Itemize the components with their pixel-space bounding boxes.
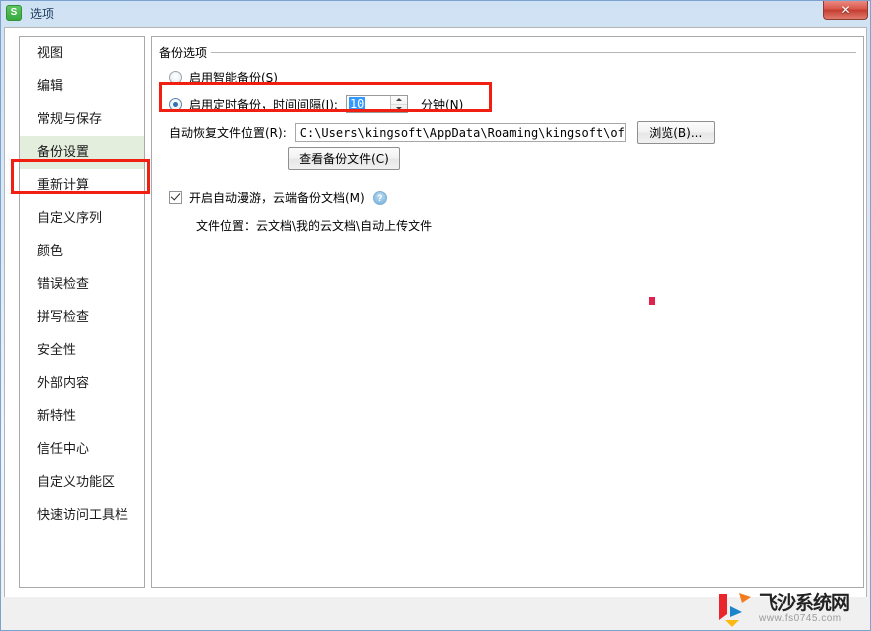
smart-backup-radio[interactable] (169, 71, 182, 84)
spinner-increment-button[interactable] (390, 96, 407, 105)
view-backup-files-button[interactable]: 查看备份文件(C) (288, 147, 400, 170)
timed-backup-row[interactable]: 启用定时备份，时间间隔(I): 10 分钟(N) (169, 95, 463, 113)
options-dialog-window: S 选项 ✕ 视图 编辑 常规与保存 备份设置 重新计算 自定义序列 颜色 错误检查 拼写检查安… (0, 0, 871, 631)
smart-backup-label: 启用智能备份(S) (189, 71, 278, 85)
chevron-up-icon (395, 98, 402, 102)
site-watermark: 飞沙系统网 www.fs0745.com (717, 587, 869, 631)
backup-settings-panel: 备份选项 启用智能备份(S) 启用定时备份，时间间隔(I): 10 分钟(N) … (151, 36, 864, 588)
view-backup-button-row: 查看备份文件(C) (288, 147, 400, 170)
autorecover-location-label: 自动恢复文件位置(R): (169, 126, 287, 140)
interval-value: 10 (348, 97, 366, 111)
watermark-site-url: www.fs0745.com (759, 613, 842, 624)
sidebar-item-8[interactable]: 拼写检查 (20, 301, 144, 334)
dialog-content-area: 视图 编辑 常规与保存 备份设置 重新计算 自定义序列 颜色 错误检查 拼写检查 安全性 外部内容新… (4, 27, 867, 597)
sidebar-item-9[interactable]: 安全性 (20, 334, 144, 367)
sidebar-item-2[interactable]: 常规与保存 (20, 103, 144, 136)
sidebar-item-6[interactable]: 颜色 (20, 235, 144, 268)
cloud-roaming-row[interactable]: 开启自动漫游，云端备份文档(M) ? (169, 189, 387, 206)
interval-unit-label: 分钟(N) (420, 97, 464, 112)
close-icon[interactable]: ✕ (823, 1, 868, 20)
sidebar-item-12[interactable]: 信任中心 (20, 433, 144, 466)
sidebar-item-5[interactable]: 自定义序列 (20, 202, 144, 235)
chevron-down-icon (395, 106, 402, 110)
settings-category-list[interactable]: 视图 编辑 常规与保存 备份设置 重新计算 自定义序列 颜色 错误检查 拼写检查 安全性 外部内容新… (19, 36, 145, 588)
cloud-location-row: 文件位置：云文档\我的云文档\自动上传文件 (196, 217, 432, 234)
sidebar-item-4[interactable]: 重新计算 (20, 169, 144, 202)
red-artifact-marker (649, 297, 655, 305)
wps-spreadsheet-icon: S (6, 5, 22, 21)
watermark-text: 飞沙系统网 www.fs0745.com (759, 592, 850, 625)
browse-button[interactable]: 浏览(B)... (636, 121, 715, 144)
autorecover-location-row: 自动恢复文件位置(R): C:\Users\kingsoft\AppData\R… (169, 121, 715, 144)
sidebar-item-0[interactable]: 视图 (20, 37, 144, 70)
timed-backup-radio[interactable] (169, 97, 182, 111)
sidebar-item-3[interactable]: 备份设置 (20, 136, 144, 169)
cloud-roaming-checkbox[interactable] (169, 191, 182, 204)
window-title: 选项 (30, 6, 55, 21)
sidebar-item-7[interactable]: 错误检查 (20, 268, 144, 301)
sidebar-item-13[interactable]: 自定义功能区 (20, 466, 144, 499)
spinner-decrement-button[interactable] (391, 105, 407, 113)
app-icon-letter: S (10, 7, 18, 18)
sidebar-item-1[interactable]: 编辑 (20, 70, 144, 103)
sidebar-item-11[interactable]: 新特性 (20, 400, 144, 433)
sidebar-item-14[interactable]: 快速访问工具栏 (20, 499, 144, 532)
spinner-buttons[interactable] (389, 96, 407, 113)
watermark-site-name: 飞沙系统网 (759, 592, 850, 614)
interval-spinner[interactable]: 10 (345, 95, 408, 113)
cloud-roaming-label: 开启自动漫游，云端备份文档(M) (189, 191, 365, 205)
logo-shapes (719, 593, 751, 627)
group-title: 备份选项 (159, 45, 208, 60)
fs0745-logo-icon (717, 590, 755, 628)
title-bar: S 选项 ✕ (1, 1, 870, 25)
group-divider (211, 51, 856, 53)
cloud-location-text: 文件位置：云文档\我的云文档\自动上传文件 (196, 219, 433, 233)
autorecover-path-value: C:\Users\kingsoft\AppData\Roaming\kingso… (299, 125, 625, 140)
sidebar-item-10[interactable]: 外部内容 (20, 367, 144, 400)
timed-backup-label: 启用定时备份，时间间隔(I): (189, 97, 338, 112)
interval-input[interactable]: 10 (347, 96, 390, 112)
question-mark-icon[interactable]: ? (372, 190, 387, 205)
autorecover-path-input[interactable]: C:\Users\kingsoft\AppData\Roaming\kingso… (294, 123, 626, 142)
smart-backup-row[interactable]: 启用智能备份(S) (169, 69, 278, 86)
backup-options-group-header: 备份选项 (159, 44, 856, 60)
